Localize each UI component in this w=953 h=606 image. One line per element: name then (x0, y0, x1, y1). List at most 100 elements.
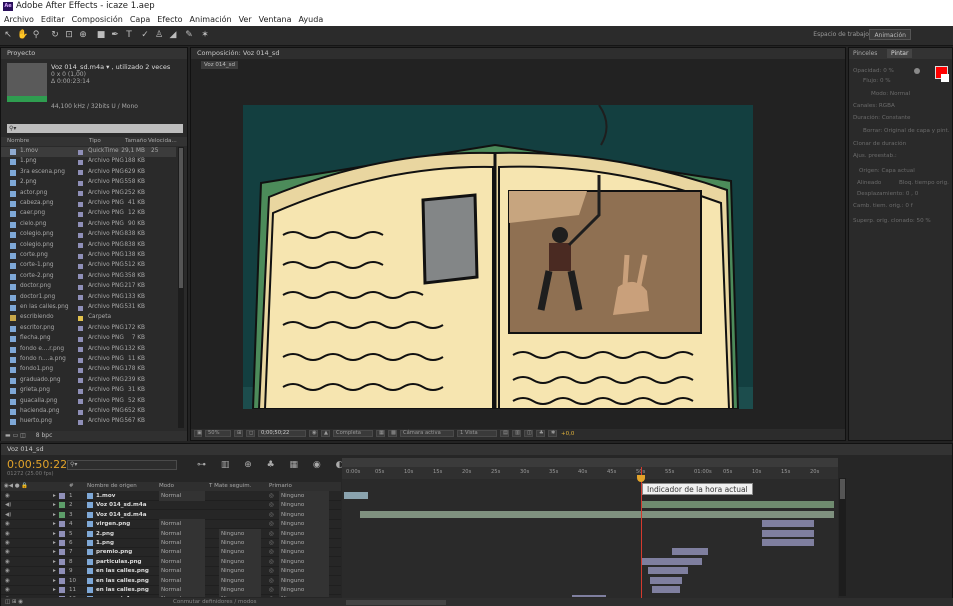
camera-view-dropdown[interactable]: Cámara activa (400, 430, 454, 437)
label-color-icon[interactable] (78, 388, 83, 394)
flowchart-icon[interactable]: ♣ (536, 430, 545, 437)
project-item[interactable]: 1.png Archivo PNG 188 KB (1, 157, 176, 167)
timeline-graph-area[interactable]: 0:00s05s10s15s20s25s30s35s40s45s50s55s01… (342, 458, 838, 598)
label-color-icon[interactable] (78, 274, 83, 280)
project-item[interactable]: escribiendo Carpeta (1, 313, 176, 323)
paint-opacity[interactable]: Opacidad: 0 % (853, 68, 894, 74)
layer-duration-bar[interactable] (642, 501, 834, 509)
transparency-grid-icon[interactable]: ▩ (388, 430, 397, 437)
layer-parent-dropdown[interactable]: Ninguno (279, 594, 329, 597)
layer-label-color-icon[interactable] (59, 549, 65, 556)
grid-guides-icon[interactable]: ⊞ (234, 430, 243, 437)
project-item[interactable]: 3ra escena.png Archivo PNG 629 KB (1, 168, 176, 178)
paint-source[interactable]: Origen: Capa actual (859, 168, 915, 174)
paint-offset[interactable]: Desplazamiento: 0 , 0 (857, 191, 918, 197)
column-type[interactable]: Tipo (89, 137, 101, 146)
project-item[interactable]: en las calles.png Archivo PNG 531 KB (1, 303, 176, 313)
project-item[interactable]: grieta.png Archivo PNG 31 KB (1, 386, 176, 396)
current-time-display[interactable]: 0;00;50;22 (258, 430, 306, 437)
background-color-swatch[interactable] (941, 74, 949, 82)
label-color-icon[interactable] (78, 159, 83, 165)
menu-editar[interactable]: Editar (41, 13, 65, 26)
snapshot-icon[interactable]: ◉ (309, 430, 318, 437)
project-item[interactable]: huerto.png Archivo PNG 567 KB (1, 417, 176, 427)
zoom-slider[interactable] (346, 599, 446, 605)
label-color-icon[interactable] (78, 284, 83, 290)
layer-label-color-icon[interactable] (59, 558, 65, 565)
pen-tool-icon[interactable]: ✒ (110, 30, 120, 40)
project-scrollbar[interactable] (178, 147, 184, 428)
label-color-icon[interactable] (78, 326, 83, 332)
work-area-bar[interactable] (342, 458, 838, 467)
fast-previews-icon[interactable]: ▥ (512, 430, 521, 437)
layer-duration-bar[interactable] (762, 539, 814, 546)
label-color-icon[interactable] (78, 367, 83, 373)
tab-composicion[interactable]: Composición: Voz 014_sd (191, 48, 845, 59)
paint-mode[interactable]: Modo: Normal (871, 91, 910, 97)
layer-label-color-icon[interactable] (59, 521, 65, 528)
label-color-icon[interactable] (78, 170, 83, 176)
clone-stamp-tool-icon[interactable]: ♙ (154, 30, 164, 40)
toggle-switches-modes-button[interactable]: Conmutar definidores / modos (173, 598, 256, 606)
current-time-indicator-handle[interactable] (637, 475, 645, 482)
timeline-footer-icons[interactable]: ◫ ⊞ ◉ (5, 598, 23, 606)
label-color-icon[interactable] (78, 419, 83, 425)
text-tool-icon[interactable]: T (124, 30, 134, 40)
layer-label-color-icon[interactable] (59, 511, 65, 518)
composition-viewer-canvas[interactable] (243, 105, 753, 409)
pickwhip-icon[interactable]: ◎ (269, 594, 274, 597)
project-item[interactable]: fondo1.png Archivo PNG 178 KB (1, 365, 176, 375)
label-color-icon[interactable] (78, 295, 83, 301)
toggle-pixel-aspect-icon[interactable]: ▤ (500, 430, 509, 437)
label-color-icon[interactable] (78, 399, 83, 405)
menu-ver[interactable]: Ver (239, 13, 252, 26)
layer-label-color-icon[interactable] (59, 502, 65, 509)
project-item[interactable]: corte-2.png Archivo PNG 358 KB (1, 272, 176, 282)
column-rate[interactable]: Velocida... (148, 137, 177, 146)
rotate-tool-icon[interactable]: ↻ (50, 30, 60, 40)
project-item[interactable]: colegio.png Archivo PNG 838 KB (1, 241, 176, 251)
menu-ayuda[interactable]: Ayuda (299, 13, 324, 26)
always-preview-icon[interactable]: ▣ (194, 430, 202, 437)
project-item[interactable]: actor.png Archivo PNG 252 KB (1, 189, 176, 199)
label-color-icon[interactable] (78, 222, 83, 228)
label-color-icon[interactable] (78, 149, 83, 155)
label-color-icon[interactable] (78, 378, 83, 384)
project-item[interactable]: hacienda.png Archivo PNG 652 KB (1, 407, 176, 417)
timeline-icon[interactable]: ◫ (524, 430, 533, 437)
paint-clone-overlay[interactable]: Superp. orig. clonado: 50 % (853, 218, 931, 224)
paint-duration[interactable]: Duración: Constante (853, 115, 910, 121)
roto-brush-tool-icon[interactable]: ✎ (184, 30, 194, 40)
tab-timeline[interactable]: Voz 014_sd (1, 444, 952, 455)
project-item[interactable]: 2.png Archivo PNG 558 KB (1, 178, 176, 188)
project-item[interactable]: caer.png Archivo PNG 12 KB (1, 209, 176, 219)
rectangle-tool-icon[interactable]: ■ (96, 30, 106, 40)
layer-duration-bar[interactable] (642, 557, 702, 565)
project-item[interactable]: doctor.png Archivo PNG 217 KB (1, 282, 176, 292)
label-color-icon[interactable] (78, 232, 83, 238)
composition-subtab[interactable]: Voz 014_sd (201, 61, 238, 69)
project-item[interactable]: fondo n....a.png Archivo PNG 11 KB (1, 355, 176, 365)
view-layout-dropdown[interactable]: 1 Vista (457, 430, 497, 437)
layer-label-color-icon[interactable] (59, 493, 65, 499)
layer-label-color-icon[interactable] (59, 540, 65, 546)
time-ruler[interactable]: 0:00s05s10s15s20s25s30s35s40s45s50s55s01… (342, 467, 838, 479)
expand-arrow-icon[interactable]: ▸ (53, 594, 56, 597)
column-parent[interactable]: Primario (269, 482, 292, 491)
layer-name[interactable]: escenario1.png (96, 594, 145, 597)
label-color-icon[interactable] (78, 305, 83, 311)
menu-animacion[interactable]: Animación (190, 13, 232, 26)
layer-duration-bar[interactable] (344, 492, 368, 499)
mask-visibility-icon[interactable]: ◻ (246, 430, 255, 437)
project-item[interactable]: fondo e....r.png Archivo PNG 132 KB (1, 345, 176, 355)
visibility-eye-icon[interactable]: ◉ (5, 594, 10, 597)
layer-label-color-icon[interactable] (59, 587, 65, 593)
exposure-icon[interactable]: ✱ (548, 430, 557, 437)
av-switches-icon[interactable]: ◉◀ ● 🔒 (4, 482, 28, 491)
paint-clone-presets[interactable]: Ajus. preestab.: (853, 153, 897, 159)
project-search-input[interactable]: ⚲▾ (7, 124, 183, 133)
show-channel-icon[interactable]: ▲ (321, 430, 330, 437)
trash-icon[interactable]: ▬ ▭ ◫ (5, 432, 26, 439)
layer-label-color-icon[interactable] (59, 577, 65, 584)
label-color-icon[interactable] (78, 263, 83, 269)
